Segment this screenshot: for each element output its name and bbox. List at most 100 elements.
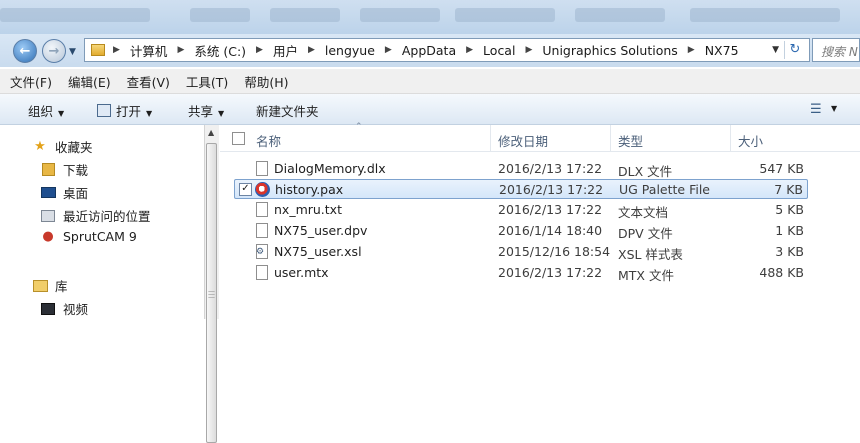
file-row[interactable]: DialogMemory.dlx 2016/2/13 17:22 DLX 文件 547… xyxy=(234,159,808,179)
video-icon xyxy=(40,302,56,316)
download-folder-icon xyxy=(40,163,56,177)
file-date: 2016/2/13 17:22 xyxy=(498,202,603,217)
refresh-icon[interactable]: ↻ xyxy=(784,41,805,59)
breadcrumb-unigraphics[interactable]: Unigraphics Solutions xyxy=(542,43,677,58)
new-folder-label: 新建文件夹 xyxy=(256,104,319,119)
share-button[interactable]: 共享 ▼ xyxy=(188,101,224,120)
nav-recent-places-label: 最近访问的位置 xyxy=(63,209,151,224)
nav-sprutcam-label: SprutCAM 9 xyxy=(63,229,137,244)
address-bar[interactable]: ▶ 计算机 ▶ 系统 (C:) ▶ 用户 ▶ lengyue ▶ AppData… xyxy=(84,38,810,62)
file-type: DLX 文件 xyxy=(618,164,673,179)
nav-videos[interactable]: 视频 xyxy=(40,299,88,318)
menu-view[interactable]: 查看(V) xyxy=(127,72,170,91)
search-input[interactable]: 搜索 N xyxy=(812,38,860,62)
file-row[interactable]: nx_mru.txt 2016/2/13 17:22 文本文档 5 KB xyxy=(234,200,808,220)
breadcrumb-computer[interactable]: 计算机 xyxy=(130,41,168,60)
nav-videos-label: 视频 xyxy=(63,302,89,317)
chevron-down-icon: ▼ xyxy=(218,109,225,118)
column-divider[interactable] xyxy=(610,125,611,151)
column-divider[interactable] xyxy=(490,125,491,151)
file-row[interactable]: NX75_user.dpv 2016/1/14 18:40 DPV 文件 1 KB xyxy=(234,221,808,241)
menu-tools[interactable]: 工具(T) xyxy=(186,72,228,91)
file-size: 488 KB xyxy=(759,265,804,280)
file-name: nx_mru.txt xyxy=(274,202,342,217)
chevron-right-icon[interactable]: ▶ xyxy=(385,45,392,55)
nav-downloads[interactable]: 下载 xyxy=(40,160,88,179)
file-size: 547 KB xyxy=(759,161,804,176)
chevron-right-icon[interactable]: ▶ xyxy=(525,45,532,55)
chevron-right-icon[interactable]: ▶ xyxy=(308,45,315,55)
file-date: 2015/12/16 18:54 xyxy=(498,244,611,259)
breadcrumb-nx75[interactable]: NX75 xyxy=(705,43,739,58)
column-size[interactable]: 大小 xyxy=(738,131,763,150)
menu-help[interactable]: 帮助(H) xyxy=(244,72,288,91)
menu-file[interactable]: 文件(F) xyxy=(10,72,52,91)
file-name: user.mtx xyxy=(274,265,329,280)
recent-pages-dropdown-icon[interactable]: ▼ xyxy=(69,47,76,57)
view-options-icon[interactable]: ☰ xyxy=(810,102,822,117)
breadcrumb-users[interactable]: 用户 xyxy=(273,41,298,60)
column-divider[interactable] xyxy=(730,125,731,151)
desktop-icon xyxy=(40,186,56,200)
organize-button[interactable]: 组织 ▼ xyxy=(28,101,64,120)
navigation-pane-scrollbar[interactable]: ▲ — — — xyxy=(204,125,219,443)
chevron-right-icon[interactable]: ▶ xyxy=(113,45,120,55)
back-button[interactable]: ← xyxy=(13,39,37,63)
chevron-down-icon: ▼ xyxy=(146,109,153,118)
star-icon: ★ xyxy=(34,139,46,154)
file-icon xyxy=(256,265,268,280)
chevron-right-icon[interactable]: ▶ xyxy=(177,45,184,55)
forward-button[interactable]: → xyxy=(42,39,66,63)
chevron-right-icon[interactable]: ▶ xyxy=(256,45,263,55)
file-icon xyxy=(256,161,268,176)
column-type[interactable]: 类型 xyxy=(618,131,643,150)
file-date: 2016/2/13 17:22 xyxy=(498,265,603,280)
select-all-checkbox[interactable] xyxy=(232,132,245,145)
breadcrumb-user[interactable]: lengyue xyxy=(325,43,375,58)
address-dropdown-icon[interactable]: ▼ xyxy=(772,45,779,55)
file-row[interactable]: ✓ history.pax 2016/2/13 17:22 UG Palette Fi… xyxy=(234,179,808,199)
file-icon xyxy=(256,202,268,217)
menu-edit[interactable]: 编辑(E) xyxy=(68,72,111,91)
file-name: NX75_user.xsl xyxy=(274,244,362,259)
nav-favorites[interactable]: ★ 收藏夹 xyxy=(32,137,92,156)
file-row[interactable]: user.mtx 2016/2/13 17:22 MTX 文件 488 KB xyxy=(234,263,808,283)
file-row[interactable]: NX75_user.xsl 2015/12/16 18:54 XSL 样式表 3 KB xyxy=(234,242,808,262)
file-type: XSL 样式表 xyxy=(618,247,683,262)
breadcrumb-appdata[interactable]: AppData xyxy=(402,43,456,58)
column-header: ⌃ 名称 修改日期 类型 大小 xyxy=(220,122,860,152)
browser-tab-strip xyxy=(0,0,860,34)
column-date[interactable]: 修改日期 xyxy=(498,131,548,150)
breadcrumb-drive[interactable]: 系统 (C:) xyxy=(194,41,246,60)
sort-ascending-icon: ⌃ xyxy=(355,122,363,132)
grip-icon: — — — xyxy=(208,287,215,301)
xsl-icon xyxy=(256,244,268,259)
nav-sprutcam[interactable]: ● SprutCAM 9 xyxy=(40,229,137,244)
chevron-down-icon: ▼ xyxy=(58,109,65,118)
chevron-down-icon[interactable]: ▼ xyxy=(831,104,837,113)
file-size: 1 KB xyxy=(775,223,804,238)
scroll-up-icon[interactable]: ▲ xyxy=(208,128,214,137)
chevron-right-icon[interactable]: ▶ xyxy=(688,45,695,55)
nav-library[interactable]: 库 xyxy=(32,276,68,295)
new-folder-button[interactable]: 新建文件夹 xyxy=(256,101,319,120)
file-date: 2016/2/13 17:22 xyxy=(498,161,603,176)
file-list: ⌃ 名称 修改日期 类型 大小 DialogMemory.dlx 2016/2/1… xyxy=(220,122,860,319)
breadcrumb-local[interactable]: Local xyxy=(483,43,515,58)
row-checkbox[interactable]: ✓ xyxy=(239,183,252,196)
pax-icon xyxy=(255,182,270,197)
nav-recent-places[interactable]: 最近访问的位置 xyxy=(40,206,151,225)
file-size: 3 KB xyxy=(775,244,804,259)
file-size: 7 KB xyxy=(774,182,803,197)
nav-desktop-label: 桌面 xyxy=(63,186,89,201)
open-button[interactable]: 打开 ▼ xyxy=(97,101,152,120)
file-type: 文本文档 xyxy=(618,205,669,220)
file-name: NX75_user.dpv xyxy=(274,223,368,238)
library-icon xyxy=(32,279,48,293)
nav-downloads-label: 下载 xyxy=(63,163,89,178)
column-name[interactable]: 名称 xyxy=(256,131,281,150)
share-label: 共享 xyxy=(188,104,214,119)
nav-desktop[interactable]: 桌面 xyxy=(40,183,88,202)
file-date: 2016/2/13 17:22 xyxy=(499,182,604,197)
chevron-right-icon[interactable]: ▶ xyxy=(466,45,473,55)
